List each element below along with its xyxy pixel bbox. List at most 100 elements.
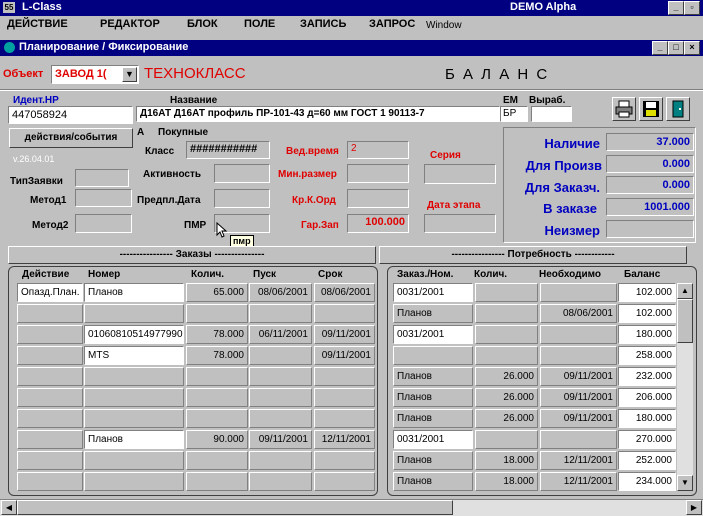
scroll-right-button[interactable]: ▶ <box>686 500 702 515</box>
orders-cell[interactable] <box>17 367 83 386</box>
orders-cell[interactable] <box>17 472 83 491</box>
orders-cell[interactable] <box>249 367 312 386</box>
need-cell[interactable] <box>540 430 617 449</box>
need-cell[interactable]: 0031/2001 <box>393 325 473 344</box>
ved-input[interactable]: 2 <box>347 141 409 159</box>
orders-cell[interactable] <box>17 325 83 344</box>
window-maximize-button[interactable]: □ <box>668 41 684 55</box>
orders-cell[interactable] <box>314 367 375 386</box>
need-cell[interactable] <box>540 283 617 302</box>
orders-cell[interactable]: 78.000 <box>186 346 248 365</box>
need-cell[interactable]: Планов <box>393 472 473 491</box>
orders-cell[interactable]: 09/11/2001 <box>314 346 375 365</box>
orders-cell[interactable]: 12/11/2001 <box>314 430 375 449</box>
need-cell[interactable]: 09/11/2001 <box>540 409 617 428</box>
orders-cell[interactable]: 78.000 <box>186 325 248 344</box>
need-cell[interactable] <box>540 346 617 365</box>
menu-zapros[interactable]: ЗАПРОС <box>369 18 415 30</box>
orders-cell[interactable]: 90.000 <box>186 430 248 449</box>
orders-cell[interactable]: MTS <box>84 346 184 365</box>
chevron-down-icon[interactable]: ▼ <box>122 67 137 82</box>
orders-cell[interactable] <box>249 304 312 323</box>
data-input[interactable] <box>424 214 496 233</box>
need-cell[interactable]: 102.000 <box>618 304 676 323</box>
orders-cell[interactable] <box>186 451 248 470</box>
actions-events-button[interactable]: действия/события <box>9 128 133 148</box>
need-cell[interactable]: Планов <box>393 409 473 428</box>
menu-zapis[interactable]: ЗАПИСЬ <box>300 18 346 30</box>
need-cell[interactable]: 0031/2001 <box>393 283 473 302</box>
exit-button[interactable] <box>666 97 690 121</box>
need-cell[interactable] <box>475 283 538 302</box>
need-cell[interactable] <box>393 346 473 365</box>
need-cell[interactable] <box>475 304 538 323</box>
klass-input[interactable]: ########### <box>186 141 270 159</box>
need-cell[interactable]: 26.000 <box>475 388 538 407</box>
need-cell[interactable]: Планов <box>393 367 473 386</box>
orders-cell[interactable] <box>84 451 184 470</box>
orders-cell[interactable] <box>249 346 312 365</box>
orders-cell[interactable] <box>186 388 248 407</box>
save-button[interactable] <box>639 97 663 121</box>
em-input[interactable]: БР <box>500 106 528 122</box>
need-cell[interactable]: 0031/2001 <box>393 430 473 449</box>
tipz-input[interactable] <box>75 169 129 187</box>
orders-cell[interactable] <box>186 304 248 323</box>
seria-input[interactable] <box>424 164 496 184</box>
orders-cell[interactable]: 09/11/2001 <box>249 430 312 449</box>
metod1-input[interactable] <box>75 189 132 207</box>
need-cell[interactable]: 26.000 <box>475 409 538 428</box>
orders-cell[interactable] <box>17 409 83 428</box>
ident-input[interactable]: 447058924 <box>8 106 133 124</box>
need-cell[interactable]: 26.000 <box>475 367 538 386</box>
need-cell[interactable]: 252.000 <box>618 451 676 470</box>
need-cell[interactable]: 08/06/2001 <box>540 304 617 323</box>
min-input[interactable] <box>347 164 409 183</box>
orders-cell[interactable] <box>84 388 184 407</box>
activ-input[interactable] <box>214 164 270 183</box>
need-cell[interactable]: 206.000 <box>618 388 676 407</box>
app-restore-button[interactable]: ▫ <box>684 1 700 15</box>
orders-cell[interactable] <box>17 304 83 323</box>
need-cell[interactable]: 270.000 <box>618 430 676 449</box>
need-cell[interactable] <box>475 430 538 449</box>
print-button[interactable] <box>612 97 636 121</box>
orders-cell[interactable] <box>249 388 312 407</box>
need-cell[interactable]: Планов <box>393 388 473 407</box>
orders-cell[interactable]: Планов <box>84 430 184 449</box>
orders-cell[interactable] <box>17 346 83 365</box>
need-cell[interactable]: 232.000 <box>618 367 676 386</box>
vyrab-input[interactable] <box>531 106 572 122</box>
orders-cell[interactable]: 06/11/2001 <box>249 325 312 344</box>
orders-cell[interactable] <box>17 430 83 449</box>
gar-input[interactable]: 100.000 <box>347 214 409 233</box>
menu-pole[interactable]: ПОЛЕ <box>244 18 275 30</box>
app-minimize-button[interactable]: _ <box>668 1 684 15</box>
menu-window[interactable]: Window <box>426 20 462 31</box>
need-cell[interactable]: 09/11/2001 <box>540 388 617 407</box>
orders-cell[interactable] <box>84 472 184 491</box>
orders-cell[interactable]: Планов <box>84 283 184 302</box>
orders-cell[interactable] <box>84 367 184 386</box>
need-cell[interactable]: 180.000 <box>618 409 676 428</box>
scroll-down-button[interactable]: ▼ <box>677 475 693 491</box>
need-cell[interactable]: Планов <box>393 451 473 470</box>
orders-cell[interactable] <box>314 388 375 407</box>
name-input[interactable]: Д16АТ Д16АТ профиль ПР-101-43 д=60 мм ГО… <box>136 106 500 122</box>
orders-cell[interactable] <box>314 451 375 470</box>
orders-cell[interactable] <box>186 472 248 491</box>
need-cell[interactable]: 12/11/2001 <box>540 451 617 470</box>
menu-blok[interactable]: БЛОК <box>187 18 218 30</box>
orders-cell[interactable] <box>249 451 312 470</box>
orders-cell[interactable] <box>314 472 375 491</box>
orders-cell[interactable] <box>186 367 248 386</box>
need-cell[interactable]: 09/11/2001 <box>540 367 617 386</box>
need-cell[interactable] <box>475 325 538 344</box>
need-cell[interactable]: 12/11/2001 <box>540 472 617 491</box>
orders-cell[interactable] <box>186 409 248 428</box>
need-cell[interactable]: 102.000 <box>618 283 676 302</box>
orders-cell[interactable]: 010608105149779906 <box>84 325 184 344</box>
orders-cell[interactable] <box>249 472 312 491</box>
orders-cell[interactable] <box>84 304 184 323</box>
orders-cell[interactable]: Опазд.План. <box>17 283 83 302</box>
